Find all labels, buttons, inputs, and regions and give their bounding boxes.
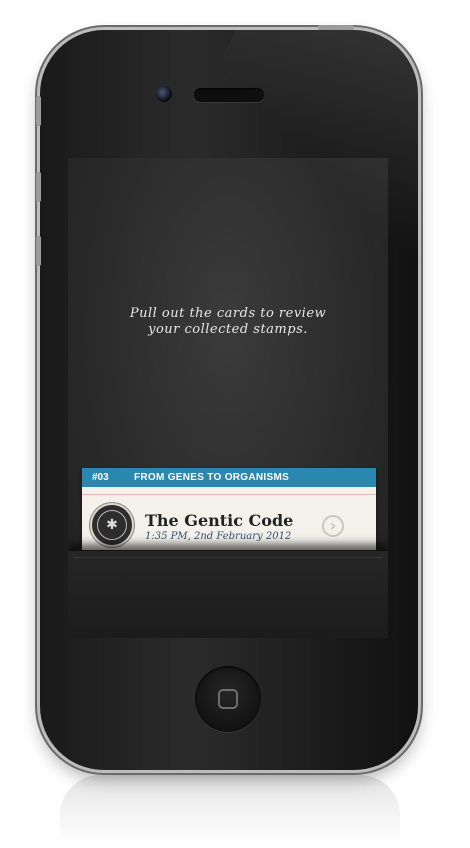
phone-frame: Pull out the cards to review your collec… [40,30,418,770]
volume-up-button[interactable] [36,172,41,202]
stamp-emblem-icon: ✱ [97,510,127,540]
front-camera-icon [156,86,172,102]
mute-switch[interactable] [36,96,41,126]
card-number: #03 [92,472,109,483]
dna-stamp-icon: ✱ [92,505,132,545]
volume-down-button[interactable] [36,236,41,266]
earpiece-speaker [194,88,264,102]
chevron-right-circle-icon[interactable]: › [322,515,344,537]
power-button[interactable] [318,25,354,30]
phone-reflection [60,775,400,845]
instruction-line-1: Pull out the cards to review [129,306,327,321]
instruction-line-2: your collected stamps. [148,322,308,337]
card-rule-line [82,494,376,495]
card-timestamp: 1:35 PM, 2nd February 2012 [145,531,292,542]
home-square-icon [218,689,238,709]
card-pocket [68,550,388,638]
instruction-text: Pull out the cards to review your collec… [68,306,388,338]
card-header: #03 FROM GENES TO ORGANISMS [82,468,376,487]
pocket-stitch [74,557,382,558]
card-category: FROM GENES TO ORGANISMS [134,472,290,483]
app-screen: Pull out the cards to review your collec… [68,158,388,638]
card-title: The Gentic Code [145,511,294,530]
home-button-icon[interactable] [195,666,261,732]
